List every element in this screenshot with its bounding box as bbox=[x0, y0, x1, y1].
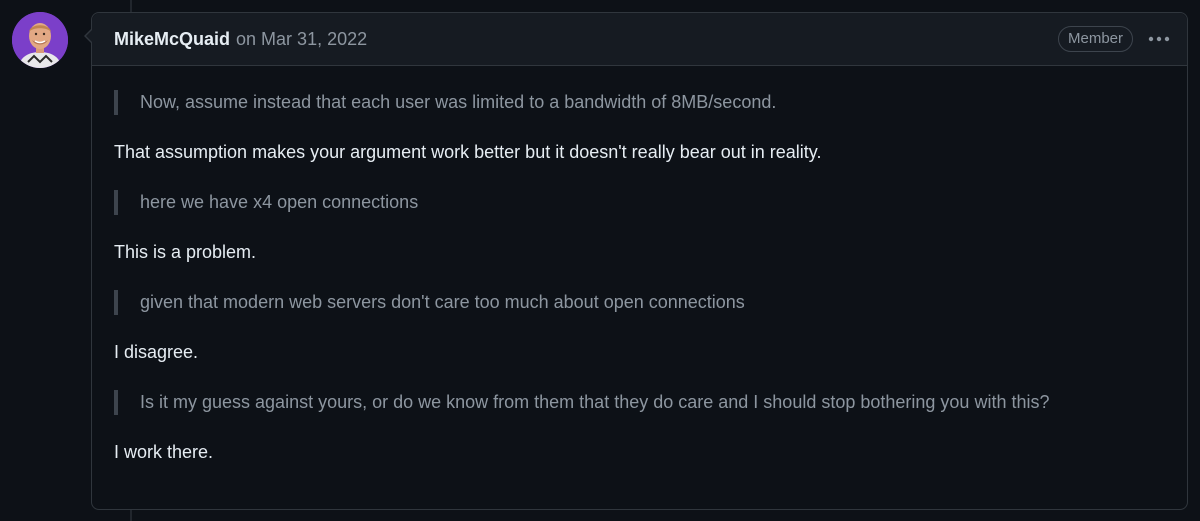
kebab-horizontal-icon bbox=[1148, 36, 1170, 42]
blockquote: Now, assume instead that each user was l… bbox=[114, 90, 1165, 115]
comment-body: Now, assume instead that each user was l… bbox=[92, 66, 1187, 465]
paragraph: I work there. bbox=[114, 442, 214, 462]
comment-card: MikeMcQuaid on Mar 31, 2022 Member Now, … bbox=[84, 12, 1188, 510]
avatar[interactable] bbox=[12, 12, 68, 68]
paragraph: I disagree. bbox=[114, 342, 199, 362]
author-link[interactable]: MikeMcQuaid bbox=[114, 29, 230, 50]
member-badge: Member bbox=[1057, 26, 1133, 52]
comment-header: MikeMcQuaid on Mar 31, 2022 Member bbox=[92, 13, 1187, 66]
comment-options-button[interactable] bbox=[1145, 27, 1173, 51]
paragraph: This is a problem. bbox=[114, 242, 257, 262]
blockquote: here we have x4 open connections bbox=[114, 190, 1165, 215]
blockquote: Is it my guess against yours, or do we k… bbox=[114, 390, 1165, 415]
comment-timestamp[interactable]: on Mar 31, 2022 bbox=[236, 29, 367, 50]
blockquote: given that modern web servers don't care… bbox=[114, 290, 1165, 315]
paragraph: That assumption makes your argument work… bbox=[114, 142, 822, 162]
